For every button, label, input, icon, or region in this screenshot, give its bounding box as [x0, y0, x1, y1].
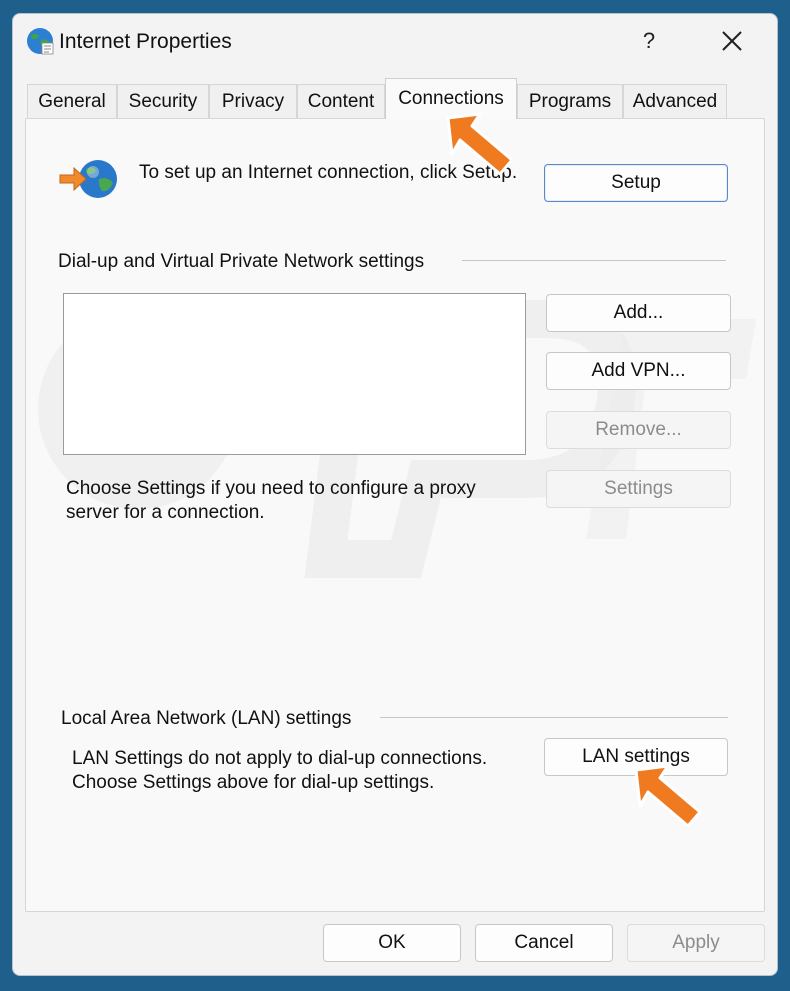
remove-button[interactable]: Remove...: [546, 411, 731, 449]
close-icon: [722, 31, 742, 51]
close-button[interactable]: [699, 18, 765, 64]
ok-button[interactable]: OK: [323, 924, 461, 962]
settings-button[interactable]: Settings: [546, 470, 731, 508]
cancel-button[interactable]: Cancel: [475, 924, 613, 962]
window-title: Internet Properties: [59, 30, 232, 53]
tab-security[interactable]: Security: [117, 84, 209, 118]
setup-button[interactable]: Setup: [544, 164, 728, 202]
apply-button[interactable]: Apply: [627, 924, 765, 962]
help-button[interactable]: ?: [617, 18, 681, 64]
vpn-section-divider: [462, 260, 726, 261]
tab-programs[interactable]: Programs: [517, 84, 623, 118]
lan-section-divider: [380, 717, 728, 718]
lan-instructions: LAN Settings do not apply to dial-up con…: [72, 748, 488, 793]
title-bar: Internet Properties ?: [13, 14, 777, 72]
tab-general[interactable]: General: [27, 84, 117, 118]
proxy-instructions: Choose Settings if you need to configure…: [66, 478, 476, 523]
add-vpn-button[interactable]: Add VPN...: [546, 352, 731, 390]
vpn-section-label: Dial-up and Virtual Private Network sett…: [58, 251, 425, 272]
arrow-pointer-icon: [634, 764, 702, 828]
connection-globe-icon: [59, 160, 117, 198]
globe-icon: [27, 28, 54, 55]
connections-list[interactable]: [63, 293, 526, 455]
tab-content[interactable]: Content: [297, 84, 385, 118]
lan-section-label: Local Area Network (LAN) settings: [61, 708, 352, 729]
add-button[interactable]: Add...: [546, 294, 731, 332]
tab-advanced[interactable]: Advanced: [623, 84, 727, 118]
arrow-pointer-icon: [446, 112, 514, 176]
tab-privacy[interactable]: Privacy: [209, 84, 297, 118]
